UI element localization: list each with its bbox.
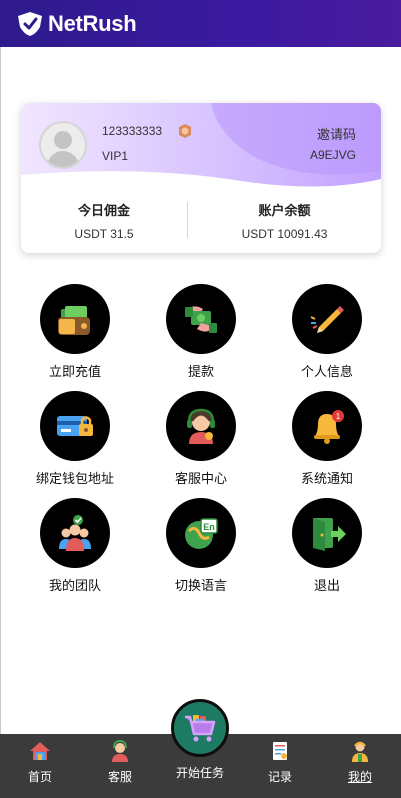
support-icon: [112, 740, 128, 762]
home-icon: [30, 742, 50, 760]
tab-mine[interactable]: 我的: [320, 734, 400, 798]
menu-recharge[interactable]: 立即充值: [20, 284, 130, 384]
balance-value: USDT 10091.43: [241, 227, 328, 241]
start-task-button[interactable]: [171, 699, 229, 757]
tab-home[interactable]: 首页: [0, 734, 80, 798]
shield-logo-icon: [18, 11, 42, 36]
logout-icon: [313, 518, 346, 551]
page-left-border: [0, 47, 1, 734]
team-icon: [59, 515, 91, 551]
brand-name: NetRush: [48, 10, 137, 36]
commission-label: 今日佣金: [77, 203, 130, 218]
today-commission: 今日佣金 USDT 31.5: [21, 200, 187, 241]
bell-icon: 1: [314, 410, 344, 444]
menu-label: 个人信息: [300, 364, 353, 379]
menu-switch-language[interactable]: En 切换语言: [146, 498, 256, 598]
menu-notifications[interactable]: 1 系统通知: [272, 391, 382, 491]
menu-withdraw[interactable]: 提款: [146, 284, 256, 384]
start-task-label: 开始任务: [175, 766, 224, 780]
badge-count: 1: [336, 412, 341, 421]
card-lock-icon: [57, 416, 93, 436]
menu-profile-info[interactable]: 个人信息: [272, 284, 382, 384]
menu-label: 系统通知: [300, 471, 353, 486]
cash-withdraw-icon: [185, 306, 217, 333]
menu-label: 提款: [187, 364, 214, 379]
tab-label: 客服: [107, 770, 132, 784]
menu-label: 切换语言: [174, 578, 227, 593]
record-icon: [273, 742, 287, 760]
menu-logout[interactable]: 退出: [272, 498, 382, 598]
avatar[interactable]: [39, 121, 87, 169]
menu-label: 立即充值: [48, 364, 101, 379]
menu-label: 客服中心: [174, 471, 227, 486]
profile-card: 123333333 VIP1 邀请码 A9EJVG 今日佣金 USDT 31.5…: [21, 103, 381, 253]
vip-badge-icon: [179, 124, 191, 138]
invite-code-value[interactable]: A9EJVG: [310, 148, 356, 162]
vip-level: VIP1: [102, 149, 129, 163]
account-phone: 123333333: [102, 124, 163, 138]
account-balance: 账户余额 USDT 10091.43: [188, 200, 381, 241]
menu-customer-service[interactable]: 客服中心: [146, 391, 256, 491]
tab-label: 我的: [347, 770, 372, 784]
app-header: NetRush: [0, 0, 401, 47]
menu-my-team[interactable]: 我的团队: [20, 498, 130, 598]
tab-label: 首页: [27, 770, 52, 784]
support-agent-icon: [187, 408, 215, 444]
menu-label: 退出: [313, 578, 340, 593]
invite-code-label: 邀请码: [316, 127, 356, 142]
language-en-glyph: En: [203, 522, 215, 532]
pencil-icon: [310, 306, 344, 333]
tab-label: 记录: [267, 770, 292, 784]
menu-label: 绑定钱包地址: [35, 471, 114, 486]
menu-bind-wallet[interactable]: 绑定钱包地址: [20, 391, 130, 491]
menu-label: 我的团队: [48, 578, 101, 593]
brand-logo[interactable]: NetRush: [16, 10, 137, 37]
profile-icon: [352, 741, 368, 762]
commission-value: USDT 31.5: [74, 227, 134, 241]
balance-label: 账户余额: [258, 203, 311, 218]
tab-records[interactable]: 记录: [240, 734, 320, 798]
tab-support[interactable]: 客服: [80, 734, 160, 798]
language-icon: En: [185, 518, 218, 549]
cart-icon: [185, 715, 216, 742]
wallet-icon: [58, 306, 90, 335]
